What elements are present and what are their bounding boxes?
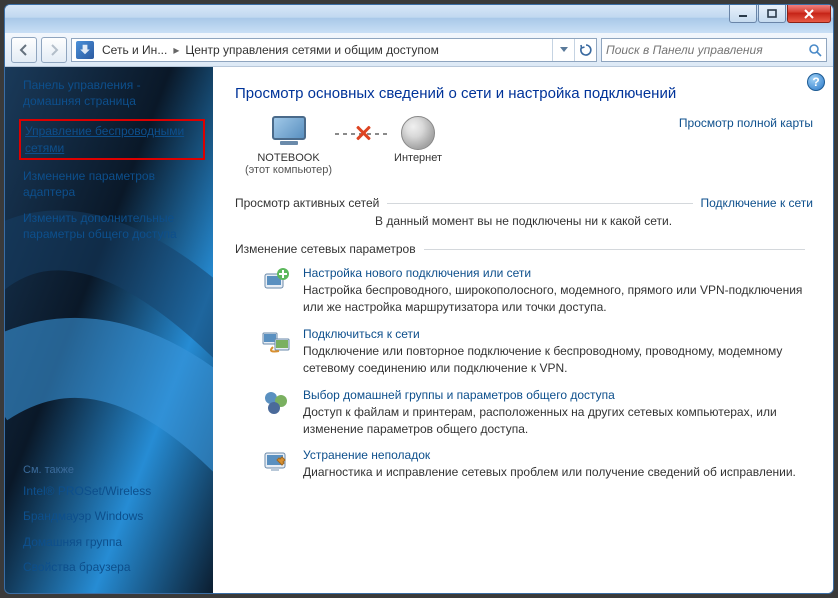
new-connection-icon	[261, 266, 291, 296]
action-homegroup: Выбор домашней группы и параметров общег…	[261, 388, 813, 439]
main-content: ? Просмотр основных сведений о сети и на…	[213, 67, 833, 593]
search-icon	[808, 43, 822, 57]
search-input[interactable]	[606, 43, 808, 57]
nav-forward-button[interactable]	[41, 37, 67, 63]
control-panel-window: Сеть и Ин... ▸ Центр управления сетями и…	[4, 4, 834, 594]
homegroup-icon	[261, 388, 291, 418]
close-button[interactable]	[787, 5, 831, 23]
action-desc: Подключение или повторное подключение к …	[303, 343, 813, 378]
computer-icon	[268, 116, 310, 150]
action-link[interactable]: Устранение неполадок	[303, 448, 430, 462]
maximize-button[interactable]	[758, 5, 786, 23]
page-title: Просмотр основных сведений о сети и наст…	[235, 85, 813, 102]
no-networks-text: В данный момент вы не подключены ни к ка…	[375, 214, 813, 228]
action-link[interactable]: Настройка нового подключения или сети	[303, 266, 531, 280]
action-link[interactable]: Подключиться к сети	[303, 327, 420, 341]
node-internet: Интернет	[394, 116, 442, 164]
sidebar-item-intel[interactable]: Intel® PROSet/Wireless	[23, 482, 201, 501]
globe-icon	[401, 116, 435, 150]
sidebar-item-wireless[interactable]: Управление беспроводными сетями	[25, 123, 199, 155]
action-desc: Диагностика и исправление сетевых пробле…	[303, 464, 796, 481]
help-icon[interactable]: ?	[807, 73, 825, 91]
sidebar-item-adapter[interactable]: Изменение параметров адаптера	[23, 168, 201, 200]
control-panel-icon	[76, 41, 94, 59]
connection-broken-icon	[332, 116, 394, 150]
address-bar[interactable]: Сеть и Ин... ▸ Центр управления сетями и…	[71, 38, 597, 62]
sidebar-home-link[interactable]: Панель управления - домашняя страница	[23, 77, 201, 109]
active-networks-title: Просмотр активных сетей	[235, 196, 379, 210]
sidebar-item-homegroup[interactable]: Домашняя группа	[23, 533, 201, 552]
breadcrumb-segment[interactable]: Сеть и Ин...	[98, 43, 171, 57]
see-also-title: См. также	[23, 464, 201, 476]
sidebar-item-browser[interactable]: Свойства браузера	[23, 558, 201, 577]
action-connect: Подключиться к сети Подключение или повт…	[261, 327, 813, 378]
action-link[interactable]: Выбор домашней группы и параметров общег…	[303, 388, 615, 402]
connect-to-network-link[interactable]: Подключение к сети	[701, 196, 813, 210]
action-troubleshoot: Устранение неполадок Диагностика и испра…	[261, 448, 813, 481]
change-settings-title: Изменение сетевых параметров	[235, 242, 416, 256]
troubleshoot-icon	[261, 448, 291, 478]
action-desc: Настройка беспроводного, широкополосного…	[303, 282, 813, 317]
node-computer: NOTEBOOK (этот компьютер)	[245, 116, 332, 176]
minimize-button[interactable]	[729, 5, 757, 23]
search-box[interactable]	[601, 38, 827, 62]
refresh-button[interactable]	[574, 39, 596, 61]
sidebar-item-sharing[interactable]: Изменить дополнительные параметры общего…	[23, 210, 201, 242]
nav-back-button[interactable]	[11, 37, 37, 63]
sidebar-item-firewall[interactable]: Брандмауэр Windows	[23, 507, 201, 526]
divider	[387, 203, 692, 204]
titlebar	[5, 5, 833, 33]
chevron-right-icon: ▸	[171, 43, 181, 57]
address-dropdown-button[interactable]	[552, 39, 574, 61]
action-desc: Доступ к файлам и принтерам, расположенн…	[303, 404, 813, 439]
breadcrumb-segment[interactable]: Центр управления сетями и общим доступом	[181, 43, 443, 57]
divider	[424, 249, 805, 250]
network-map: NOTEBOOK (этот компьютер) Интернет Просм…	[235, 116, 813, 182]
connect-network-icon	[261, 327, 291, 357]
sidebar: Панель управления - домашняя страница Уп…	[5, 67, 213, 593]
full-map-link[interactable]: Просмотр полной карты	[679, 116, 813, 130]
navigation-bar: Сеть и Ин... ▸ Центр управления сетями и…	[5, 33, 833, 67]
action-new-connection: Настройка нового подключения или сети На…	[261, 266, 813, 317]
